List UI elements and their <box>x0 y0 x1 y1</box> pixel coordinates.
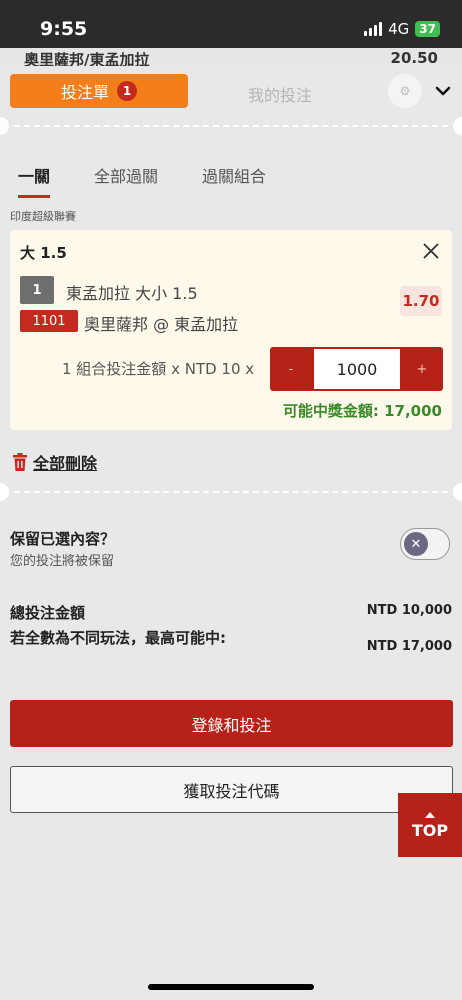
tab-betslip-label: 投注單 <box>60 83 109 102</box>
odds-badge: 1.70 <box>400 286 442 316</box>
close-icon <box>423 243 439 259</box>
stake-stepper: - 1000 + <box>270 347 443 391</box>
background-match-row: 奧里薩邦/東孟加拉 20.50 <box>0 48 462 68</box>
remove-bet-button[interactable] <box>420 240 442 262</box>
battery-icon: 37 <box>415 21 440 37</box>
toggle-off-icon: ✕ <box>404 532 428 556</box>
stake-multiplier-label: 1 組合投注金額 x NTD 10 x <box>62 360 255 378</box>
selection-number-badge: 1 <box>20 276 54 304</box>
bet-type-tabs: 一關 全部過關 過關組合 <box>10 166 450 200</box>
gear-icon: ⚙ <box>399 84 411 98</box>
bet-title: 大 1.5 <box>20 244 67 262</box>
max-win-value: NTD 17,000 <box>366 639 452 654</box>
betslip-count-badge: 1 <box>117 81 137 101</box>
collapse-button[interactable] <box>430 78 456 104</box>
tab-all-parlay[interactable]: 全部過關 <box>86 166 166 200</box>
tab-betslip[interactable]: 投注單 1 <box>10 74 188 108</box>
event-code-badge: 1101 <box>20 310 78 332</box>
tab-my-bets[interactable]: 我的投注 <box>220 82 340 106</box>
retain-selection-toggle[interactable]: ✕ <box>400 528 450 560</box>
betslip-sheet: 投注單 1 我的投注 ⚙ 一關 全部過關 過關組合 印度超級聯賽 大 1.5 1… <box>0 66 462 1000</box>
stake-input[interactable]: 1000 <box>314 349 400 389</box>
selection-text: 東孟加拉 大小 1.5 <box>66 284 198 303</box>
potential-win: 可能中獎金額: 17,000 <box>282 402 442 420</box>
status-time: 9:55 <box>40 18 88 40</box>
home-indicator <box>148 984 314 990</box>
trash-icon <box>13 453 27 471</box>
divider <box>0 482 462 502</box>
caret-up-icon <box>425 811 435 818</box>
total-stake-value: NTD 10,000 <box>366 603 452 618</box>
login-and-bet-button[interactable]: 登錄和投注 <box>10 700 453 747</box>
signal-icon <box>364 22 383 36</box>
delete-all-button[interactable]: 全部刪除 <box>12 450 97 474</box>
divider <box>0 116 462 136</box>
background-match-amount: 20.50 <box>390 49 438 67</box>
delete-all-label: 全部刪除 <box>33 454 98 473</box>
scroll-top-label: TOP <box>411 820 449 840</box>
network-label: 4G <box>388 20 410 38</box>
decrease-stake-button[interactable]: - <box>270 347 312 391</box>
event-name: 奧里薩邦 @ 東孟加拉 <box>84 315 239 334</box>
increase-stake-button[interactable]: + <box>401 347 443 391</box>
get-bet-code-button[interactable]: 獲取投注代碼 <box>10 766 453 813</box>
bet-card: 大 1.5 1 東孟加拉 大小 1.5 1.70 1101 奧里薩邦 @ 東孟加… <box>10 230 452 430</box>
league-name: 印度超級聯賽 <box>10 210 76 223</box>
retain-selection-title: 保留已選內容？ <box>10 530 116 548</box>
max-win-label: 若全數為不同玩法，最高可能中: <box>10 629 227 647</box>
tab-parlay-combo[interactable]: 過關組合 <box>194 166 274 200</box>
chevron-down-icon <box>435 86 451 96</box>
scroll-top-button[interactable]: TOP <box>398 793 462 857</box>
status-indicators: 4G 37 <box>364 20 440 38</box>
retain-selection-subtitle: 您的投注將被保留 <box>10 554 115 569</box>
tab-single[interactable]: 一關 <box>10 166 58 200</box>
settings-button[interactable]: ⚙ <box>388 74 422 108</box>
total-stake-label: 總投注金額 <box>10 604 86 622</box>
